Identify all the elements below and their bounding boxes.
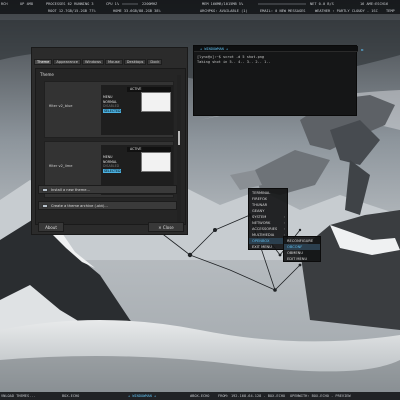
status-temp: TEMP xyxy=(386,8,395,13)
openbox-submenu: RECONFIGURE OBCONF OBMENU EDIT MENU xyxy=(283,236,321,262)
folder-icon xyxy=(42,188,48,192)
archive-icon xyxy=(42,204,48,208)
install-theme-button[interactable]: Install a new theme... xyxy=(38,185,177,194)
theme-manager-window: Theme Appearance Windows Mouse Desktops … xyxy=(31,47,188,235)
preview-disabled-label: DISABLED xyxy=(103,164,120,168)
top-status-row-1: RCH UP 4M8 PROCESSES 62 RUNNING 3 CPU 1%… xyxy=(0,0,400,7)
top-status-row-2: ROOT 12.7GB/15.2GB 77% HOME 33.6GB/88.2G… xyxy=(0,7,400,14)
status-cpu-freq: 2200MHZ xyxy=(142,1,158,6)
status-home-disk: HOME 33.6GB/88.2GB 38% xyxy=(113,8,161,13)
preview-selected-label: SELECTED xyxy=(103,168,122,173)
status-clock: 16 AME:ESCH16 xyxy=(360,1,389,6)
status-memory: MEM 166MB/1015MB 5% xyxy=(202,1,244,6)
create-archive-label: Create a theme archive (.obt)... xyxy=(51,204,108,208)
preview-window xyxy=(141,152,171,172)
status-root-disk: ROOT 12.7GB/15.2GB 77% xyxy=(48,8,96,13)
tab-windows[interactable]: Windows xyxy=(82,59,105,65)
about-button[interactable]: About xyxy=(38,222,64,232)
preview-window xyxy=(141,92,171,112)
taskbar-openwith: OPENWITH: BOX-ECHO - PREVIEW xyxy=(290,394,351,398)
preview-normal-label: NORMAL xyxy=(103,99,117,104)
terminal-prompt-line: [lynx@x]:~$ scrot -d 5 shot.png xyxy=(197,55,265,59)
create-archive-button[interactable]: Create a theme archive (.obt)... xyxy=(38,201,177,210)
theme-list-item[interactable]: filter v2_blue ACTIVE MENU NORMAL DISABL… xyxy=(44,81,174,138)
themes-scrollbar-track[interactable] xyxy=(177,75,181,223)
status-network: NET 0.0 B/S xyxy=(310,1,334,6)
status-processes: PROCESSES 62 RUNNING 3 xyxy=(46,1,94,6)
status-weather: WEATHER : PARTLY CLOUDY - 1SC xyxy=(315,8,378,13)
theme-name: filter v2_blue xyxy=(49,104,73,108)
top-status-bar: RCH UP 4M8 PROCESSES 62 RUNNING 3 CPU 1%… xyxy=(0,0,400,14)
taskbar-channel[interactable]: #BOX-ECHO xyxy=(190,394,209,398)
cpu-meter xyxy=(122,2,138,5)
preview-menu-label: MENU xyxy=(103,95,113,99)
theme-tabs: Theme Appearance Windows Mouse Desktops … xyxy=(34,59,163,65)
taskbar-from: FROM: 192.168.64.128 - BOX-ECHO xyxy=(218,394,286,398)
menu-item-edit-menu[interactable]: EDIT MENU xyxy=(284,256,320,262)
close-label: Close xyxy=(162,225,174,230)
tab-appearance[interactable]: Appearance xyxy=(53,59,81,65)
preview-selected-label: SELECTED xyxy=(103,108,122,113)
taskbar-item-box-echo[interactable]: BOX-ECHO xyxy=(62,394,79,398)
close-button[interactable]: ✕ Close xyxy=(148,222,184,232)
bottom-taskbar: VNLOAD THEMES... BOX-ECHO + WINDOWMAN + … xyxy=(0,392,400,400)
preview-normal-label: NORMAL xyxy=(103,159,117,164)
theme-preview: ACTIVE MENU NORMAL DISABLED SELECTED xyxy=(101,85,173,135)
install-theme-label: Install a new theme... xyxy=(51,188,90,192)
terminal-output-line: Taking shot in 5.. 4.. 3.. 2.. 1.. xyxy=(197,60,271,64)
taskbar-item-download-themes[interactable]: VNLOAD THEMES... xyxy=(1,394,36,398)
memory-meter xyxy=(258,2,306,5)
status-uptime: UP 4M8 xyxy=(20,1,33,6)
themes-panel-title: Theme xyxy=(40,72,54,77)
close-icon[interactable]: ✕ xyxy=(361,48,364,52)
tab-dock[interactable]: Dock xyxy=(147,59,163,65)
tab-theme[interactable]: Theme xyxy=(34,59,53,65)
preview-menu-label: MENU xyxy=(103,155,113,159)
status-arch: RCH xyxy=(1,1,8,6)
status-cpu: CPU 1% xyxy=(106,1,119,6)
terminal-window[interactable]: + WINDOWMAN + ▬ ▭ ✕ [lynx@x]:~$ scrot -d 5… xyxy=(193,45,363,116)
workspace-indicator[interactable]: + WINDOWMAN + xyxy=(128,394,156,398)
tab-desktops[interactable]: Desktops xyxy=(123,59,147,65)
tab-mouse[interactable]: Mouse xyxy=(105,59,123,65)
themes-scrollbar-thumb[interactable] xyxy=(178,131,180,145)
preview-disabled-label: DISABLED xyxy=(103,104,120,108)
status-email: EMAIL: 0 NEW MESSAGES xyxy=(260,8,306,13)
menu-item-exit[interactable]: EXIT MENU xyxy=(249,244,287,250)
terminal-titlebar[interactable]: + WINDOWMAN + ▬ ▭ ✕ xyxy=(194,46,363,52)
terminal-title: + WINDOWMAN + xyxy=(200,47,229,51)
root-menu: TERMINAL FIREFOX THUNAR GEANY SYSTEM › NE… xyxy=(248,188,288,250)
status-archpkg: ARCHPKG: AVAILABLE (1) xyxy=(200,8,248,13)
theme-name: filter v2_lime xyxy=(49,164,73,168)
